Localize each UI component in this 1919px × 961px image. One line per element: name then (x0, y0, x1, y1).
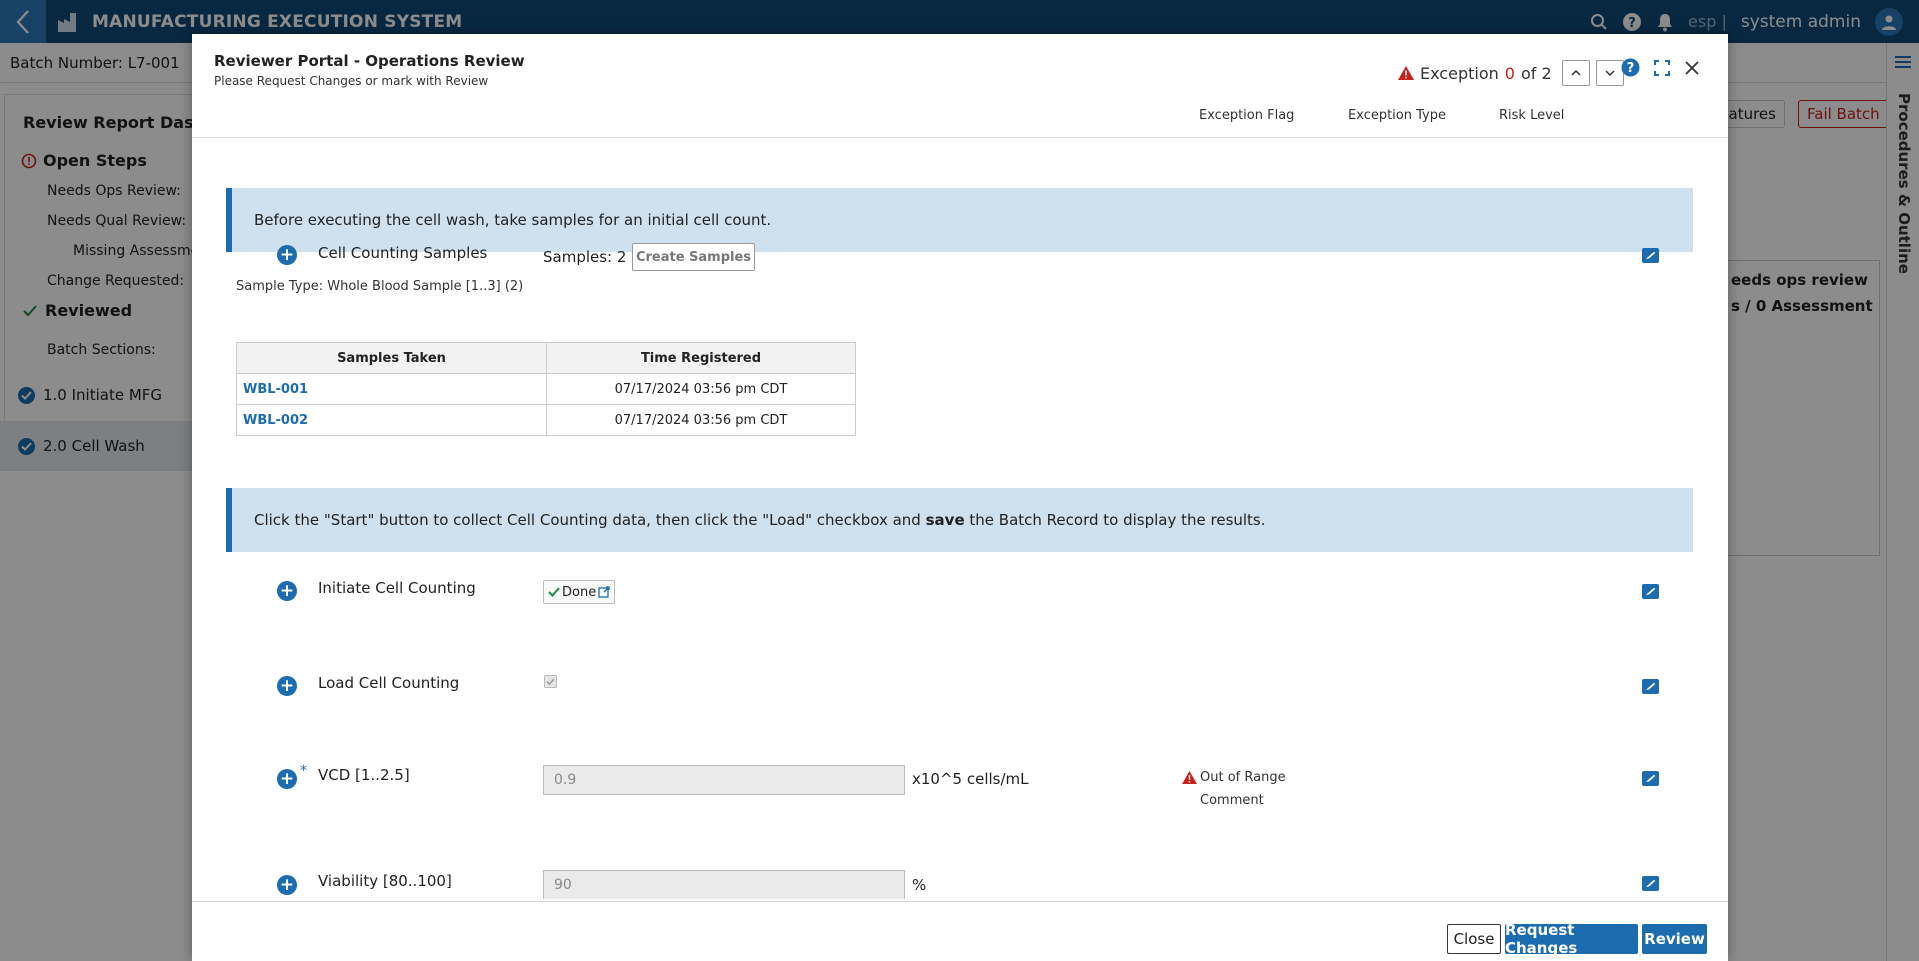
time-registered: 07/17/2024 03:56 pm CDT (546, 404, 856, 436)
time-registered: 07/17/2024 03:56 pm CDT (546, 373, 856, 405)
instruction-note: Click the "Start" button to collect Cell… (226, 488, 1693, 552)
done-button[interactable]: Done (543, 580, 616, 604)
close-icon[interactable] (1684, 60, 1700, 76)
comment-link[interactable]: Comment (1182, 789, 1286, 812)
viability-field[interactable]: 90 (543, 870, 905, 899)
help-icon[interactable]: ? (1621, 58, 1640, 77)
expand-row-button[interactable]: + (277, 245, 297, 265)
dialog-title: Reviewer Portal - Operations Review (214, 52, 525, 70)
note-text: Click the "Start" button to collect Cell… (254, 511, 1266, 529)
chevron-up-icon (1571, 70, 1581, 76)
out-of-range-line: Out of Range (1182, 766, 1286, 789)
note-bold: save (925, 511, 965, 529)
dialog-actions: ? (1621, 58, 1700, 77)
dialog-footer: Close Request Changes Review (192, 901, 1728, 961)
exception-prefix: Exception (1420, 63, 1499, 83)
request-changes-button[interactable]: Request Changes (1505, 921, 1638, 957)
plus-icon: + (279, 874, 295, 895)
exception-current: 0 (1504, 63, 1515, 83)
column-header: Samples Taken (236, 342, 547, 374)
external-link-icon (598, 586, 610, 598)
instruction-note: Before executing the cell wash, take sam… (226, 188, 1693, 252)
samples-table: Samples Taken Time Registered WBL-001 07… (236, 342, 856, 436)
initiate-cell-counting-label: Initiate Cell Counting (318, 579, 476, 597)
col-exception-flag: Exception Flag (1199, 108, 1295, 123)
expand-row-button[interactable]: + (277, 769, 297, 789)
warning-icon (1182, 771, 1197, 784)
review-button[interactable]: Review (1642, 924, 1707, 954)
table-row: WBL-002 07/17/2024 03:56 pm CDT (236, 404, 856, 436)
comment-edit-icon[interactable] (1642, 771, 1659, 786)
col-exception-type: Exception Type (1348, 108, 1446, 123)
exception-total: of 2 (1520, 63, 1552, 83)
done-label: Done (562, 584, 597, 600)
expand-row-button[interactable]: + (277, 581, 297, 601)
samples-count: Samples: 2 (543, 248, 627, 266)
dialog-body: Before executing the cell wash, take sam… (192, 139, 1728, 899)
plus-icon: + (279, 580, 295, 601)
chevron-down-icon (1605, 70, 1615, 76)
close-button[interactable]: Close (1447, 924, 1501, 954)
note-part: the Batch Record to display the results. (964, 511, 1266, 529)
vcd-field[interactable]: 0.9 (543, 765, 905, 795)
check-icon (546, 678, 555, 685)
comment-edit-icon[interactable] (1642, 679, 1659, 694)
svg-text:?: ? (1627, 61, 1635, 76)
table-row: WBL-001 07/17/2024 03:56 pm CDT (236, 373, 856, 405)
check-icon (548, 587, 560, 597)
note-part: Click the "Start" button to collect Cell… (254, 511, 926, 529)
sample-link[interactable]: WBL-001 (236, 373, 547, 405)
sample-link[interactable]: WBL-002 (236, 404, 547, 436)
required-marker: * (300, 763, 307, 779)
reviewer-portal-dialog: Reviewer Portal - Operations Review Plea… (192, 34, 1728, 961)
plus-icon: + (279, 675, 295, 696)
expand-row-button[interactable]: + (277, 676, 297, 696)
expand-row-button[interactable]: + (277, 875, 297, 895)
out-of-range-text: Out of Range (1200, 770, 1286, 785)
load-checkbox[interactable] (544, 675, 557, 688)
create-samples-button[interactable]: Create Samples (632, 243, 755, 271)
comment-edit-icon[interactable] (1642, 876, 1659, 891)
plus-icon: + (279, 244, 295, 265)
warning-icon (1398, 66, 1414, 80)
vcd-label: VCD [1..2.5] (318, 766, 410, 784)
plus-icon: + (279, 768, 295, 789)
cell-counting-samples-label: Cell Counting Samples (318, 244, 488, 262)
comment-edit-icon[interactable] (1642, 584, 1659, 599)
column-header: Time Registered (546, 342, 856, 374)
out-of-range-flag: Out of Range Comment (1182, 766, 1286, 812)
sample-type: Sample Type: Whole Blood Sample [1..3] (… (236, 279, 524, 294)
next-exception-button[interactable] (1595, 60, 1624, 86)
vcd-unit: x10^5 cells/mL (912, 770, 1029, 788)
dialog-subtitle: Please Request Changes or mark with Revi… (214, 74, 489, 88)
col-risk-level: Risk Level (1499, 108, 1565, 123)
viability-label: Viability [80..100] (318, 872, 452, 890)
expand-icon[interactable] (1654, 59, 1670, 76)
exception-navigator: Exception 0 of 2 (1398, 60, 1624, 86)
comment-edit-icon[interactable] (1642, 248, 1659, 263)
dialog-header: Reviewer Portal - Operations Review Plea… (192, 34, 1728, 138)
load-cell-counting-label: Load Cell Counting (318, 674, 460, 692)
viability-unit: % (912, 876, 927, 894)
previous-exception-button[interactable] (1561, 60, 1590, 86)
